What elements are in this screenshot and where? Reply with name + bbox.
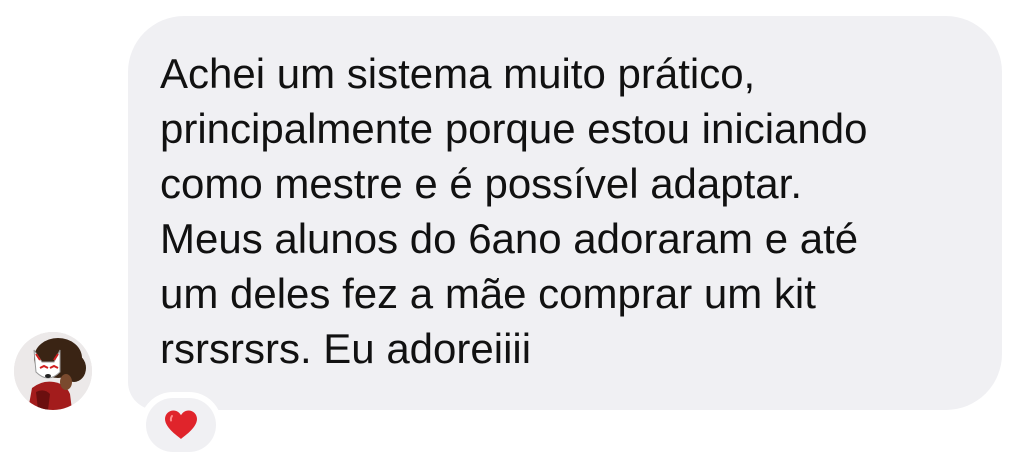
reaction-badge[interactable] <box>140 392 222 458</box>
sender-avatar[interactable] <box>14 332 92 410</box>
heart-icon <box>165 410 197 439</box>
chat-view: Achei um sistema muito prático, principa… <box>0 0 1024 467</box>
avatar-illustration <box>14 332 92 410</box>
message-text: Achei um sistema muito prático, principa… <box>160 50 868 372</box>
reaction-pill <box>146 398 216 452</box>
